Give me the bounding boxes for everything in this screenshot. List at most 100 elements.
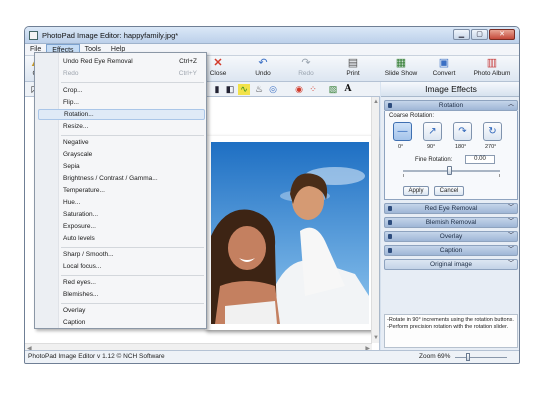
photo-album-button[interactable]: ▥ Photo Album [467, 57, 517, 81]
menu-item-red-eyes[interactable]: Red eyes... [63, 278, 203, 287]
app-icon [29, 31, 38, 40]
angle-180-label: 180° [455, 144, 467, 150]
red-eye-icon[interactable]: ◉ [293, 84, 305, 95]
section-icon [388, 206, 392, 211]
menu-item-negative[interactable]: Negative [63, 138, 203, 147]
overlay-icon[interactable]: ▧ [327, 84, 339, 95]
panel-title: Image Effects [381, 82, 519, 97]
scroll-down-arrow-icon[interactable]: ▼ [373, 335, 379, 341]
overlay-section[interactable]: Overlay ﹀ [384, 231, 518, 242]
menu-separator [61, 135, 204, 136]
menu-item-redo[interactable]: Redo Ctrl+Y [63, 69, 203, 78]
menu-item-temperature[interactable]: Temperature... [63, 186, 203, 195]
menu-item-resize[interactable]: Resize... [63, 122, 203, 131]
section-icon [388, 248, 392, 253]
rotation-section-header[interactable]: Rotation ︿ [384, 100, 518, 111]
menu-item-overlay[interactable]: Overlay [63, 306, 203, 315]
level-icon[interactable]: ▮ [211, 84, 223, 95]
menu-gutter [35, 53, 59, 328]
menu-item-hue[interactable]: Hue... [63, 198, 203, 207]
blemish-icon[interactable]: ⁘ [307, 84, 319, 95]
menu-item-auto-levels[interactable]: Auto levels [63, 234, 203, 243]
image-effects-panel: Image Effects Rotation ︿ Coarse Rotation… [381, 82, 519, 352]
section-icon [388, 103, 392, 108]
effect-description: -Rotate in 90° increments using the rota… [384, 314, 518, 348]
window-controls: ▁ ▢ ✕ [453, 29, 515, 40]
menu-separator [61, 82, 204, 83]
caption-icon[interactable]: A [342, 84, 354, 95]
menu-item-undo-red-eye[interactable]: Undo Red Eye Removal Ctrl+Z [63, 57, 203, 66]
cancel-button[interactable]: Cancel [434, 186, 464, 196]
rotate-90-button[interactable]: ↗ [423, 122, 442, 141]
x-icon: ✕ [213, 57, 223, 69]
zoom-slider[interactable] [455, 357, 507, 358]
chevron-up-icon: ︿ [507, 102, 514, 108]
apply-button[interactable]: Apply [403, 186, 429, 196]
rotate-0-button[interactable]: — [393, 122, 412, 141]
family-photo [211, 142, 369, 324]
undo-button[interactable]: ↶ Undo [244, 57, 282, 81]
menu-separator [61, 275, 204, 276]
menu-item-grayscale[interactable]: Grayscale [63, 150, 203, 159]
menu-item-exposure[interactable]: Exposure... [63, 222, 203, 231]
close-window-button[interactable]: ✕ [489, 29, 515, 40]
menu-separator [61, 303, 204, 304]
menu-item-saturation[interactable]: Saturation... [63, 210, 203, 219]
rotation-body: Coarse Rotation: — ↗ ↷ ↻ 0° 90° 180° 270… [384, 111, 518, 200]
minimize-button[interactable]: ▁ [453, 29, 470, 40]
angle-270-label: 270° [485, 144, 497, 150]
rotate-270-button[interactable]: ↻ [483, 122, 502, 141]
blemish-removal-section[interactable]: Blemish Removal ﹀ [384, 217, 518, 228]
menu-item-flip[interactable]: Flip... [63, 98, 203, 107]
scroll-up-arrow-icon[interactable]: ▲ [373, 99, 379, 105]
menu-item-rotation[interactable]: Rotation... [38, 109, 205, 120]
maximize-button[interactable]: ▢ [471, 29, 488, 40]
chevron-down-icon: ﹀ [507, 247, 514, 253]
caption-section[interactable]: Caption ﹀ [384, 245, 518, 256]
fine-rotation-input[interactable]: 0.00 [465, 155, 495, 164]
slide-show-button[interactable]: ▦ Slide Show [381, 57, 421, 81]
convert-button[interactable]: ▣ Convert [425, 57, 463, 81]
waveform-icon[interactable]: ∿ [238, 84, 250, 95]
red-eye-removal-section[interactable]: Red Eye Removal ﹀ [384, 203, 518, 214]
convert-icon: ▣ [438, 57, 450, 69]
menu-item-sepia[interactable]: Sepia [63, 162, 203, 171]
chevron-down-icon: ﹀ [507, 261, 514, 267]
print-button[interactable]: ▤ Print [334, 57, 372, 81]
angle-90-label: 90° [427, 144, 436, 150]
angle-0-label: 0° [398, 144, 404, 150]
effects-dropdown-menu: Undo Red Eye Removal Ctrl+Z Redo Ctrl+Y Cr… [34, 52, 207, 329]
window-title: PhotoPad Image Editor: happyfamily.jpg* [42, 31, 179, 40]
menu-item-brightness[interactable]: Brightness / Contrast / Gamma... [63, 174, 203, 183]
menu-item-local-focus[interactable]: Local focus... [63, 262, 203, 271]
fine-rotation-label: Fine Rotation: [415, 157, 453, 163]
photo-frame [205, 136, 375, 330]
section-icon [388, 234, 392, 239]
chevron-down-icon: ﹀ [507, 219, 514, 225]
album-icon: ▥ [486, 57, 498, 69]
section-icon [388, 220, 392, 225]
undo-icon: ↶ [258, 57, 268, 69]
original-image-section[interactable]: Original image ﹀ [384, 259, 518, 270]
vertical-scrollbar[interactable]: ▲ ▼ [371, 97, 379, 343]
status-bar: PhotoPad Image Editor v 1.12 © NCH Softw… [25, 350, 519, 363]
coarse-rotation-label: Coarse Rotation: [389, 113, 435, 119]
chevron-down-icon: ﹀ [507, 233, 514, 239]
zoom-label: Zoom 69% [419, 353, 451, 360]
print-icon: ▤ [347, 57, 359, 69]
contrast-icon[interactable]: ◧ [224, 84, 236, 95]
redo-icon: ↷ [301, 57, 311, 69]
zoom-slider-thumb[interactable] [466, 353, 470, 361]
temperature-icon[interactable]: ♨ [253, 84, 265, 95]
menu-item-sharp-smooth[interactable]: Sharp / Smooth... [63, 250, 203, 259]
slider-ticks [403, 174, 500, 177]
menu-item-crop[interactable]: Crop... [63, 86, 203, 95]
rotate-180-button[interactable]: ↷ [453, 122, 472, 141]
menu-item-caption[interactable]: Caption [63, 318, 203, 327]
redo-button[interactable]: ↷ Redo [287, 57, 325, 81]
menu-item-blemishes[interactable]: Blemishes... [63, 290, 203, 299]
version-text: PhotoPad Image Editor v 1.12 © NCH Softw… [28, 353, 165, 360]
menu-separator [61, 247, 204, 248]
chevron-down-icon: ﹀ [507, 205, 514, 211]
focus-icon[interactable]: ◎ [267, 84, 279, 95]
